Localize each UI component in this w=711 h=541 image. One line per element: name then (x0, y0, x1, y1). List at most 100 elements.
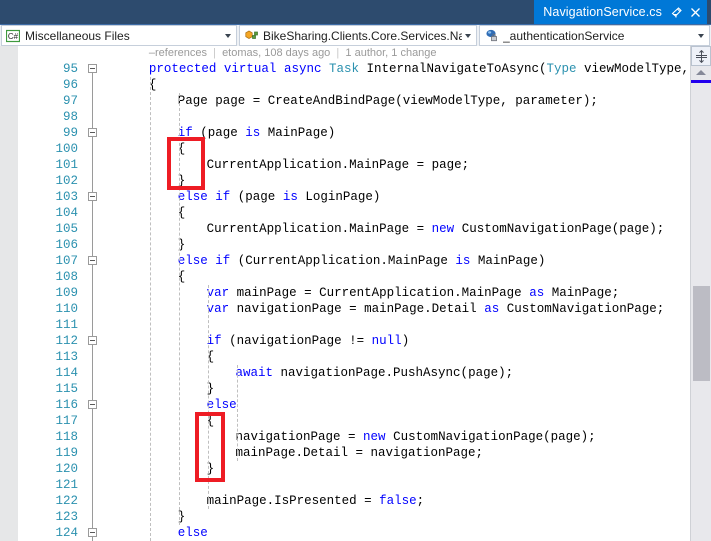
code-token: navigationPage = mainPage.Detail (229, 302, 485, 316)
code-line[interactable]: mainPage.Detail = navigationPage; (236, 445, 484, 461)
code-line[interactable]: if (page is MainPage) (178, 125, 336, 141)
code-token: is (282, 190, 298, 204)
code-token: ) (401, 334, 410, 348)
code-line[interactable]: else if (CurrentApplication.MainPage is … (178, 253, 546, 269)
line-number: 101 (55, 158, 78, 172)
outline-collapse-toggle[interactable] (88, 128, 97, 137)
line-number-gutter: 95 96 97 98 99 100 101 102 103 104 105 106 107 108 109… (24, 46, 84, 541)
outline-collapse-toggle[interactable] (88, 64, 97, 73)
code-line[interactable]: await navigationPage.PushAsync(page); (236, 365, 514, 381)
pin-icon[interactable] (670, 5, 683, 19)
line-number: 122 (55, 494, 78, 508)
code-line[interactable]: Page page = CreateAndBindPage(viewModelT… (178, 93, 598, 109)
editor-tab-strip: NavigationService.cs (0, 0, 711, 24)
scrollbar-thumb[interactable] (693, 286, 710, 381)
line-number: 95 (62, 62, 78, 76)
close-icon[interactable] (688, 5, 702, 19)
code-line[interactable]: CurrentApplication.MainPage = page; (207, 157, 470, 173)
code-line[interactable]: CurrentApplication.MainPage = new Custom… (207, 221, 665, 237)
code-line[interactable]: if (navigationPage != null) (207, 333, 410, 349)
code-token: navigationPage = (235, 430, 364, 444)
line-number: 124 (55, 526, 78, 540)
code-line[interactable]: else (178, 525, 208, 541)
code-token: if (215, 190, 231, 204)
line-number: 99 (62, 126, 78, 140)
indent-guide (236, 365, 238, 461)
outline-collapse-toggle[interactable] (88, 192, 97, 201)
tab-navigationservice-cs[interactable]: NavigationService.cs (534, 0, 707, 24)
line-number: 105 (55, 222, 78, 236)
project-dropdown[interactable]: C# Miscellaneous Files (1, 25, 237, 46)
line-number: 123 (55, 510, 78, 524)
line-number: 103 (55, 190, 78, 204)
outline-collapse-toggle[interactable] (88, 256, 97, 265)
chevron-down-icon[interactable] (222, 33, 234, 38)
chevron-up-icon[interactable] (696, 70, 706, 75)
code-token: null (371, 334, 402, 348)
outline-collapse-toggle[interactable] (88, 336, 97, 345)
code-editor[interactable]: 95 96 97 98 99 100 101 102 103 104 105 106 107 108 109… (0, 46, 711, 541)
line-number: 118 (55, 430, 78, 444)
svg-text:C#: C# (8, 32, 19, 41)
codelens-authors[interactable]: 1 author, 1 change (345, 47, 436, 59)
code-token: false (379, 494, 417, 508)
outline-collapse-toggle[interactable] (88, 528, 97, 537)
code-text-surface[interactable]: –references | etomas, 108 days ago | 1 a… (102, 46, 711, 541)
line-number: 121 (55, 478, 78, 492)
code-token: as (484, 302, 500, 316)
line-number: 98 (62, 110, 78, 124)
code-token: (page (230, 190, 283, 204)
codelens-bar[interactable]: –references | etomas, 108 days ago | 1 a… (149, 46, 437, 60)
code-token: new (363, 430, 386, 444)
codelens-history[interactable]: etomas, 108 days ago (222, 47, 330, 59)
code-token: ; (416, 494, 425, 508)
indicator-margin[interactable] (0, 46, 19, 541)
chevron-down-icon[interactable] (462, 33, 474, 38)
code-token: mainPage.Detail = navigationPage; (235, 446, 484, 460)
code-token: CurrentApplication.MainPage = page; (206, 158, 470, 172)
code-line[interactable]: protected virtual async Task InternalNav… (149, 61, 711, 77)
line-number: 119 (55, 446, 78, 460)
code-line[interactable]: var navigationPage = mainPage.Detail as … (207, 301, 665, 317)
member-dropdown[interactable]: _authenticationService (479, 25, 710, 46)
codelens-references[interactable]: –references (149, 47, 207, 59)
code-token: as (529, 286, 545, 300)
line-number: 107 (55, 254, 78, 268)
line-number: 108 (55, 270, 78, 284)
line-number: 106 (55, 238, 78, 252)
split-view-icon[interactable] (691, 46, 711, 66)
code-line[interactable]: mainPage.IsPresented = false; (207, 493, 425, 509)
line-number: 120 (55, 462, 78, 476)
type-dropdown-label: BikeSharing.Clients.Core.Services.Nav (263, 28, 462, 43)
csharp-project-icon: C# (5, 28, 21, 44)
indent-guide (207, 285, 209, 509)
type-dropdown[interactable]: BikeSharing.Clients.Core.Services.Nav (239, 25, 477, 46)
outline-collapse-toggle[interactable] (88, 400, 97, 409)
chevron-down-icon[interactable] (695, 33, 707, 38)
member-dropdown-label: _authenticationService (503, 28, 625, 43)
field-private-icon (483, 28, 499, 44)
code-token: await (235, 366, 274, 380)
outlining-margin[interactable] (84, 46, 102, 541)
line-number: 97 (62, 94, 78, 108)
code-token: Task (328, 62, 359, 76)
navigation-bar: C# Miscellaneous Files BikeSharing.Clien… (0, 24, 711, 46)
vertical-scrollbar[interactable] (690, 46, 711, 541)
code-token: CustomNavigationPage; (499, 302, 665, 316)
code-line[interactable]: else if (page is LoginPage) (178, 189, 381, 205)
line-number: 111 (55, 318, 78, 332)
code-token: LoginPage) (297, 190, 381, 204)
line-number: 117 (55, 414, 78, 428)
code-token: (navigationPage != (221, 334, 372, 348)
code-token: new (431, 222, 455, 236)
code-token: mainPage.IsPresented = (206, 494, 380, 508)
code-line[interactable]: else (207, 397, 237, 413)
code-token: else (177, 190, 208, 204)
code-line[interactable]: navigationPage = new CustomNavigationPag… (236, 429, 596, 445)
code-token: (page (192, 126, 246, 140)
code-token: is (245, 126, 261, 140)
code-line[interactable]: var mainPage = CurrentApplication.MainPa… (207, 285, 620, 301)
